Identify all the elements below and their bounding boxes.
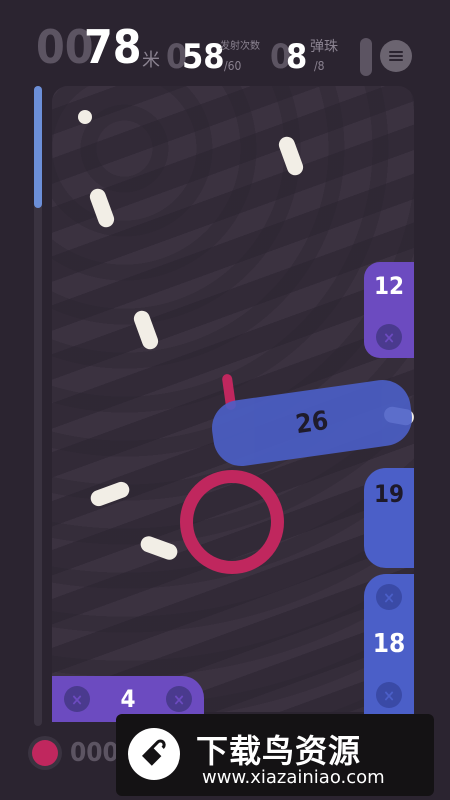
- distance-value: 78: [84, 20, 142, 74]
- menu-button[interactable]: [380, 40, 412, 72]
- distance-unit: 米: [142, 50, 160, 71]
- block-value: 4: [120, 685, 136, 713]
- block-value: 12: [373, 272, 405, 300]
- x-icon: ×: [64, 686, 90, 712]
- x-icon: ×: [376, 324, 402, 350]
- watermark-title: 下载鸟资源: [196, 732, 362, 770]
- level-progress-fill: [34, 86, 42, 208]
- ball: [78, 110, 92, 124]
- shots-value: 58: [182, 37, 225, 77]
- speed-toggle[interactable]: [360, 38, 372, 76]
- watermark-logo: ꗃ: [128, 728, 180, 780]
- shots-label: 发射次数: [220, 41, 260, 52]
- block-value: 19: [373, 480, 405, 508]
- x-icon: ×: [376, 584, 402, 610]
- block: × 18 ×: [364, 574, 414, 714]
- launcher-ring[interactable]: [180, 470, 284, 574]
- watermark-url: www.xiazainiao.com: [202, 767, 385, 788]
- block: 19: [364, 468, 414, 568]
- hud: 00 78 米 0 58 发射次数 /60 0 8 弹珠 /8: [0, 0, 450, 85]
- menu-icon: [389, 49, 403, 63]
- record-button[interactable]: [32, 740, 58, 766]
- watermark-banner: ꗃ 下载鸟资源 www.xiazainiao.com: [116, 714, 434, 796]
- bottom-counter: 000: [70, 738, 119, 768]
- balls-total: /8: [314, 59, 325, 73]
- x-icon: ×: [166, 686, 192, 712]
- balls-value: 8: [286, 37, 308, 77]
- block-value: 18: [372, 629, 406, 659]
- block: 12 ×: [364, 262, 414, 358]
- level-progress-track: [34, 86, 42, 726]
- x-icon: ×: [376, 682, 402, 708]
- shots-total: /60: [224, 59, 242, 73]
- block-value: 26: [293, 405, 331, 441]
- balls-label: 弹珠: [310, 39, 338, 55]
